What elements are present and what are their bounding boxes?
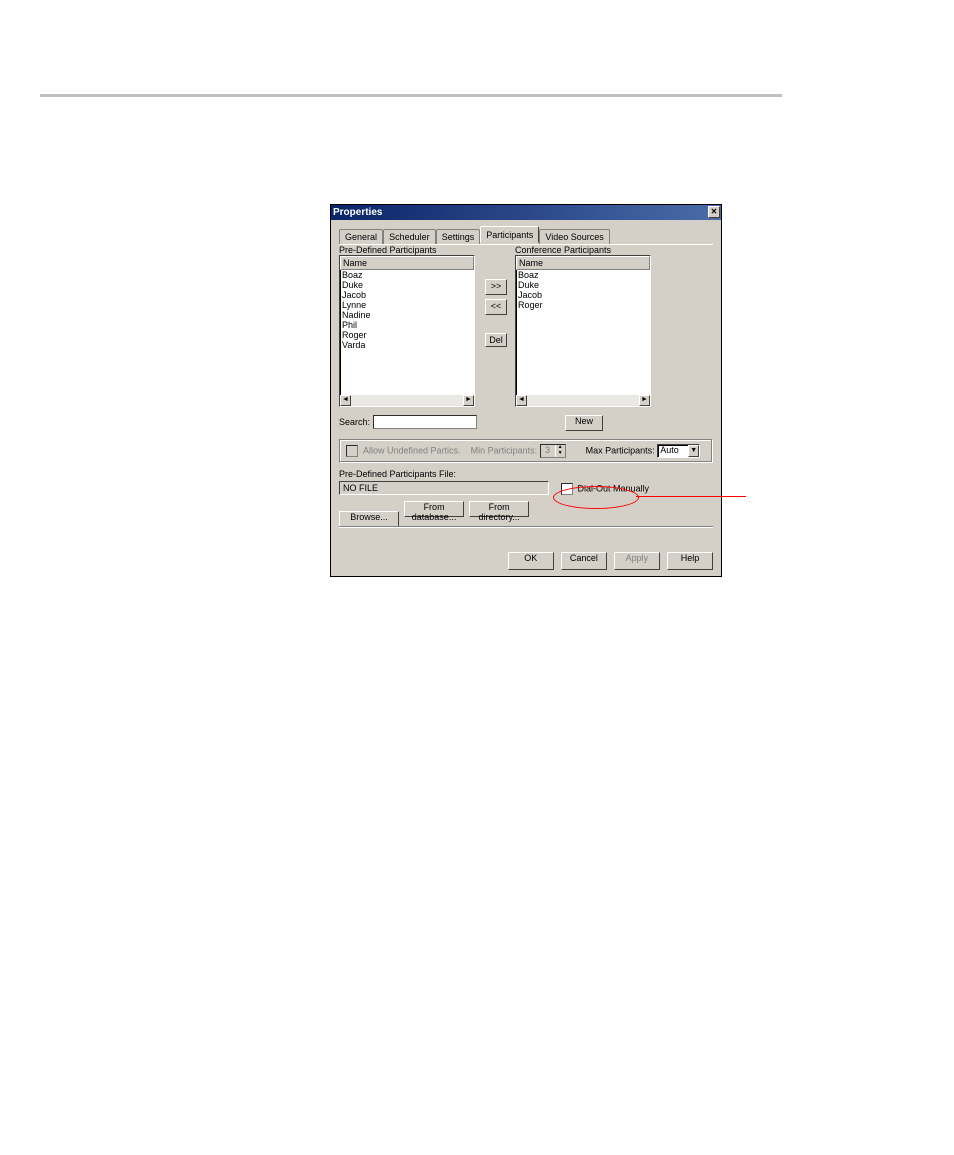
scroll-track[interactable] xyxy=(351,395,463,406)
list-item[interactable]: Lynne xyxy=(342,300,474,310)
dial-out-label: Dial-Out Manually xyxy=(578,483,650,493)
ok-button[interactable]: OK xyxy=(508,552,554,570)
conference-listbox[interactable]: Name Boaz Duke Jacob Roger ◄ ► xyxy=(515,255,651,407)
dialog-body: General Scheduler Settings Participants … xyxy=(331,220,721,550)
list-item[interactable]: Nadine xyxy=(342,310,474,320)
help-button[interactable]: Help xyxy=(667,552,713,570)
participants-panel: Pre-Defined Participants Name Boaz Duke … xyxy=(339,244,713,550)
delete-button[interactable]: Del xyxy=(485,333,507,347)
min-participants-spinner: 3 ▲▼ xyxy=(540,444,566,458)
from-database-button[interactable]: From database... xyxy=(404,501,464,517)
scroll-right-icon[interactable]: ► xyxy=(463,395,474,406)
search-label: Search: xyxy=(339,417,370,427)
tab-video-sources[interactable]: Video Sources xyxy=(539,229,609,244)
dial-out-manually[interactable]: Dial-Out Manually xyxy=(561,483,649,495)
tab-participants[interactable]: Participants xyxy=(480,226,539,243)
tab-strip: General Scheduler Settings Participants … xyxy=(339,226,713,244)
scroll-track[interactable] xyxy=(527,395,639,406)
max-participants-value: Auto xyxy=(658,445,688,457)
predefined-file-field[interactable]: NO FILE xyxy=(339,481,549,495)
chevron-down-icon[interactable]: ▼ xyxy=(688,445,699,457)
allow-undefined-label: Allow Undefined Partics. xyxy=(363,445,461,455)
remove-button[interactable]: << xyxy=(485,299,507,315)
conference-column: Conference Participants Name Boaz Duke J… xyxy=(515,245,651,407)
dialog-title: Properties xyxy=(333,207,382,218)
predefined-column: Pre-Defined Participants Name Boaz Duke … xyxy=(339,245,475,407)
tab-scheduler[interactable]: Scheduler xyxy=(383,229,436,244)
max-participants-label: Max Participants: xyxy=(586,445,655,455)
apply-button: Apply xyxy=(614,552,660,570)
chevron-down-icon: ▼ xyxy=(555,451,565,457)
scroll-left-icon[interactable]: ◄ xyxy=(516,395,527,406)
new-button[interactable]: New xyxy=(565,415,603,431)
close-icon[interactable]: ✕ xyxy=(708,206,720,218)
file-buttons-row: Browse... From database... From director… xyxy=(339,501,531,527)
list-item[interactable]: Phil xyxy=(342,320,474,330)
list-item[interactable]: Varda xyxy=(342,340,474,350)
dial-out-checkbox[interactable] xyxy=(561,483,573,495)
tab-settings[interactable]: Settings xyxy=(436,229,481,244)
conference-hscroll[interactable]: ◄ ► xyxy=(516,395,650,406)
dialog-button-row: OK Cancel Apply Help xyxy=(504,552,713,570)
list-item[interactable]: Duke xyxy=(518,280,650,290)
predefined-list-header[interactable]: Name xyxy=(340,256,474,270)
predefined-label: Pre-Defined Participants xyxy=(339,245,475,255)
title-bar: Properties ✕ xyxy=(331,205,721,220)
conference-list-header[interactable]: Name xyxy=(516,256,650,270)
separator xyxy=(339,526,713,528)
conference-label: Conference Participants xyxy=(515,245,651,255)
predefined-file-label: Pre-Defined Participants File: xyxy=(339,469,456,479)
min-participants-label: Min Participants: xyxy=(471,445,538,455)
predefined-listbox[interactable]: Name Boaz Duke Jacob Lynne Nadine Phil R… xyxy=(339,255,475,407)
allow-undefined-checkbox xyxy=(346,445,358,457)
list-item[interactable]: Roger xyxy=(342,330,474,340)
list-item[interactable]: Duke xyxy=(342,280,474,290)
properties-dialog: Properties ✕ General Scheduler Settings … xyxy=(330,204,722,577)
scroll-right-icon[interactable]: ► xyxy=(639,395,650,406)
min-participants-value: 3 xyxy=(541,445,555,457)
tab-general[interactable]: General xyxy=(339,229,383,244)
add-button[interactable]: >> xyxy=(485,279,507,295)
list-item[interactable]: Roger xyxy=(518,300,650,310)
cancel-button[interactable]: Cancel xyxy=(561,552,607,570)
predefined-list-body[interactable]: Boaz Duke Jacob Lynne Nadine Phil Roger … xyxy=(340,270,474,396)
browse-button[interactable]: Browse... xyxy=(339,511,399,527)
search-row: Search: xyxy=(339,415,477,429)
page-divider xyxy=(40,94,782,97)
list-item[interactable]: Jacob xyxy=(342,290,474,300)
list-item[interactable]: Boaz xyxy=(342,270,474,280)
list-item[interactable]: Boaz xyxy=(518,270,650,280)
participants-options-group: Allow Undefined Partics. Min Participant… xyxy=(339,439,713,463)
predefined-hscroll[interactable]: ◄ ► xyxy=(340,395,474,406)
search-input[interactable] xyxy=(373,415,477,429)
from-directory-button[interactable]: From directory... xyxy=(469,501,529,517)
list-item[interactable]: Jacob xyxy=(518,290,650,300)
transfer-buttons: >> << Del xyxy=(485,279,507,351)
scroll-left-icon[interactable]: ◄ xyxy=(340,395,351,406)
max-participants-select[interactable]: Auto ▼ xyxy=(657,444,700,458)
conference-list-body[interactable]: Boaz Duke Jacob Roger xyxy=(516,270,650,396)
